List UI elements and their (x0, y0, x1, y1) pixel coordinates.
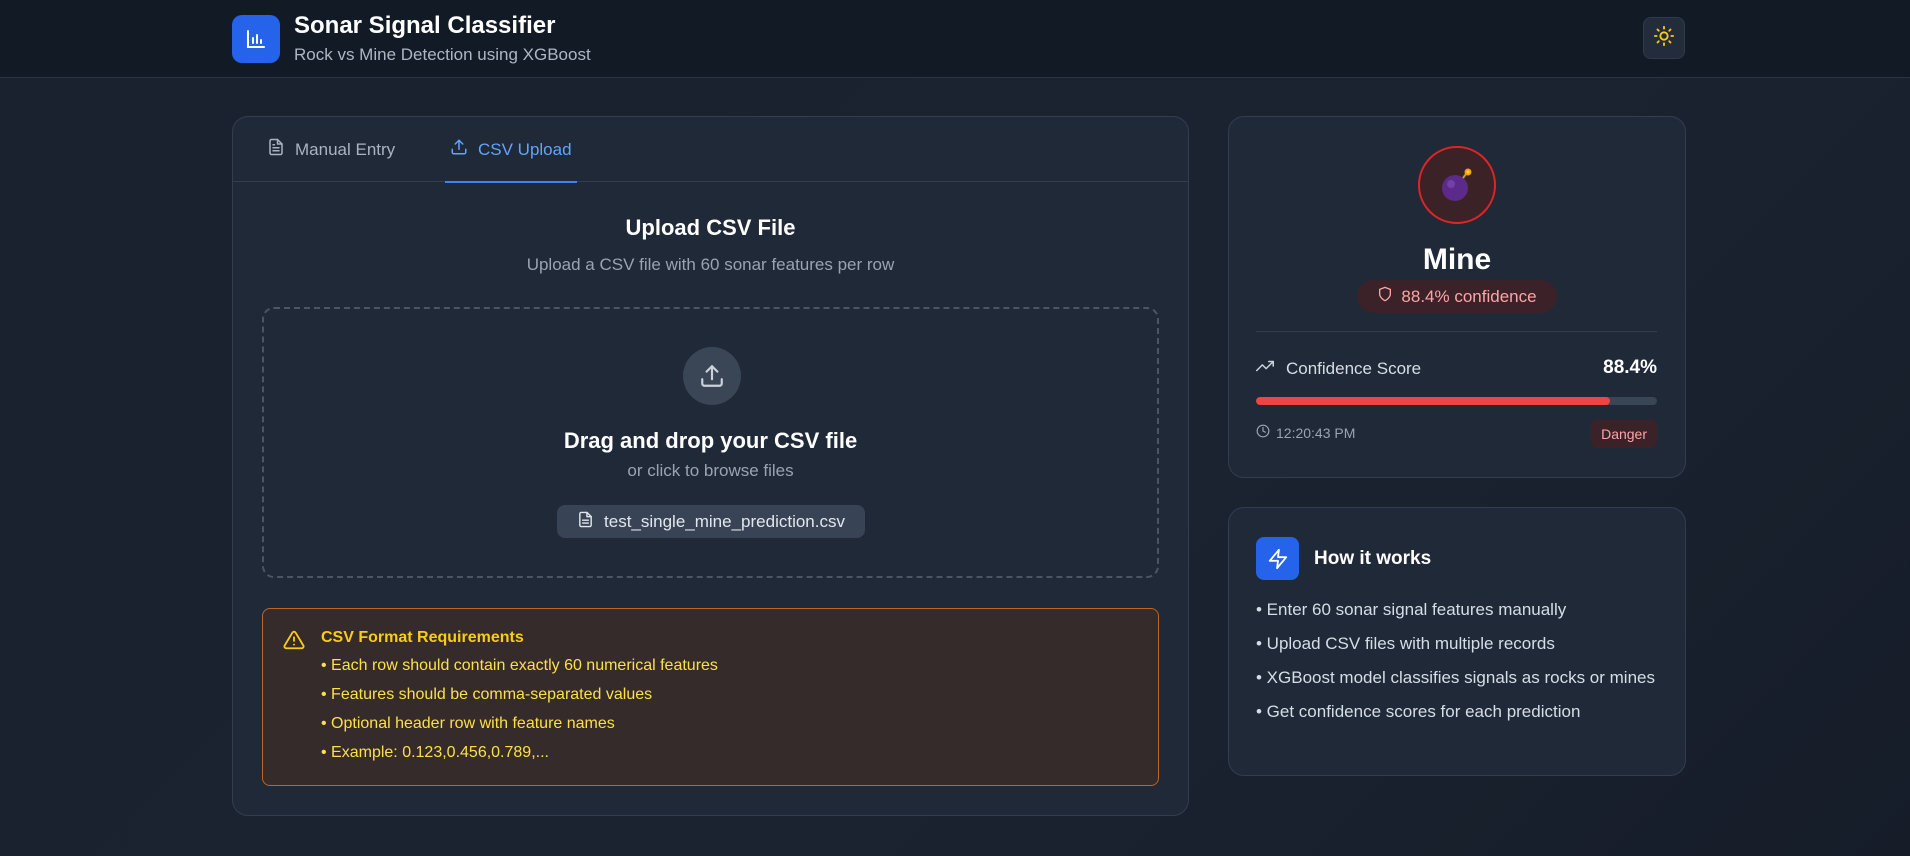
prediction-time: 12:20:43 PM (1256, 424, 1355, 441)
divider (1256, 331, 1657, 332)
confidence-badge: 88.4% confidence (1357, 280, 1557, 313)
app-header: Sonar Signal Classifier Rock vs Mine Det… (0, 0, 1910, 78)
trending-up-icon (1256, 357, 1274, 380)
confidence-bar (1256, 397, 1657, 405)
upload-subtitle: Upload a CSV file with 60 sonar features… (526, 255, 895, 274)
theme-toggle-button[interactable] (1643, 17, 1685, 59)
list-item: • Example: 0.123,0.456,0.789,... (321, 744, 549, 761)
confidence-score-label: Confidence Score (1256, 357, 1421, 380)
file-name: test_single_mine_prediction.csv (604, 511, 845, 531)
prediction-label: Mine (1422, 243, 1492, 276)
upload-icon (450, 138, 468, 161)
app-subtitle: Rock vs Mine Detection using XGBoost (294, 45, 591, 64)
tab-manual-entry[interactable]: Manual Entry (267, 117, 395, 182)
confidence-bar-fill (1256, 397, 1611, 405)
time-text: 12:20:43 PM (1276, 424, 1356, 441)
csv-dropzone[interactable]: Drag and drop your CSV file or click to … (262, 307, 1159, 578)
list-item: • XGBoost model classifies signals as ro… (1256, 668, 1655, 687)
status-badge: Danger (1591, 420, 1657, 448)
input-card: Manual Entry CSV Upload Upload CSV File … (232, 116, 1189, 816)
clock-icon (1256, 424, 1270, 441)
list-item: • Each row should contain exactly 60 num… (321, 657, 718, 674)
bar-chart-icon (232, 15, 280, 63)
score-label-text: Confidence Score (1286, 358, 1422, 378)
csv-requirements-box: CSV Format Requirements • Each row shoul… (262, 608, 1159, 786)
how-it-works-card: How it works • Enter 60 sonar signal fea… (1228, 507, 1686, 776)
how-it-works-title: How it works (1314, 548, 1432, 569)
tab-label: CSV Upload (478, 139, 572, 159)
sun-icon (1653, 25, 1675, 52)
bomb-icon (1418, 146, 1496, 224)
tab-bar: Manual Entry CSV Upload (233, 117, 1188, 183)
confidence-score-value: 88.4% (1603, 357, 1657, 378)
prediction-result-card: Mine 88.4% confidence Confidence Score 8… (1228, 116, 1686, 478)
list-item: • Optional header row with feature names (321, 715, 615, 732)
requirements-title: CSV Format Requirements (321, 629, 524, 646)
list-item: • Enter 60 sonar signal features manuall… (1256, 600, 1567, 619)
selected-file-chip[interactable]: test_single_mine_prediction.csv (557, 505, 865, 538)
list-item: • Features should be comma-separated val… (321, 686, 653, 703)
list-item: • Get confidence scores for each predict… (1256, 702, 1581, 721)
app-title: Sonar Signal Classifier (294, 12, 556, 39)
upload-icon (683, 347, 741, 405)
warning-icon (283, 629, 305, 656)
dropzone-title: Drag and drop your CSV file (563, 428, 858, 453)
list-item: • Upload CSV files with multiple records (1256, 634, 1555, 653)
confidence-text: 88.4% confidence (1401, 286, 1537, 306)
shield-icon (1377, 286, 1393, 307)
upload-title: Upload CSV File (625, 215, 796, 240)
lightning-icon (1256, 537, 1299, 580)
tab-csv-upload[interactable]: CSV Upload (445, 117, 577, 183)
requirements-list: • Each row should contain exactly 60 num… (321, 657, 718, 773)
tab-label: Manual Entry (295, 139, 396, 159)
file-icon (577, 511, 594, 533)
dropzone-subtitle: or click to browse files (627, 461, 794, 480)
document-icon (267, 138, 285, 161)
how-it-works-list: • Enter 60 sonar signal features manuall… (1256, 598, 1656, 734)
